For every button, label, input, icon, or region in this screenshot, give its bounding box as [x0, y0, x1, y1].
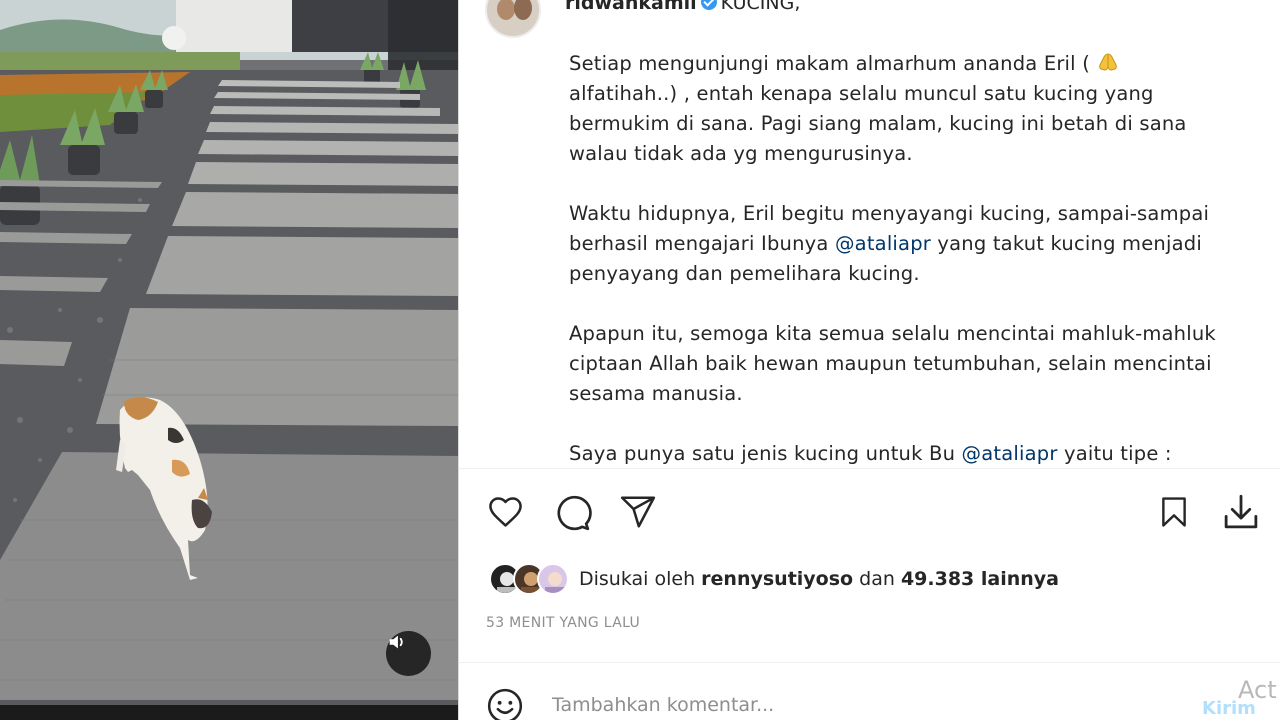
- share-icon[interactable]: [618, 493, 658, 531]
- likes-connector: dan: [859, 568, 895, 590]
- post-comment-button[interactable]: Kirim: [1202, 698, 1256, 719]
- author-username[interactable]: ridwankamil: [565, 0, 697, 14]
- verified-badge-icon: [700, 0, 717, 10]
- likes-prefix: Disukai oleh: [579, 568, 696, 590]
- praying-hands-icon: [1099, 53, 1118, 71]
- comment-divider: [459, 662, 1280, 663]
- caption-text: Apapun itu, semoga kita semua selalu men…: [569, 322, 1216, 405]
- likes-count-link[interactable]: 49.383 lainnya: [901, 568, 1059, 590]
- caption-text: yaitu tipe :: [1057, 442, 1172, 465]
- smiley-icon[interactable]: [486, 687, 524, 720]
- caption-paragraph: Waktu hidupnya, Eril begitu menyayangi k…: [569, 199, 1249, 289]
- post-video[interactable]: [0, 0, 458, 720]
- caption-text: Saya punya satu jenis kucing untuk Bu: [569, 442, 962, 465]
- mention-link[interactable]: @ataliapr: [962, 442, 1058, 465]
- post-timestamp[interactable]: 53 MENIT YANG LALU: [486, 615, 640, 631]
- caption-paragraph: Saya punya satu jenis kucing untuk Bu @a…: [569, 439, 1249, 468]
- speaker-icon: [389, 635, 403, 649]
- caption-paragraph: Apapun itu, semoga kita semua selalu men…: [569, 319, 1249, 409]
- post-caption: Setiap mengunjungi makam almarhum ananda…: [569, 49, 1249, 468]
- likes-text: Disukai oleh rennysutiyoso dan 49.383 la…: [579, 568, 1059, 590]
- liker-username-link[interactable]: rennysutiyoso: [701, 568, 853, 590]
- caption-title: KUCING,: [720, 0, 801, 14]
- comment-input[interactable]: Tambahkan komentar...: [552, 694, 774, 716]
- download-icon[interactable]: [1220, 491, 1262, 533]
- caption-text: alfatihah..) , entah kenapa selalu muncu…: [569, 82, 1187, 165]
- mute-button[interactable]: [386, 631, 431, 676]
- caption-text: Setiap mengunjungi makam almarhum ananda…: [569, 52, 1090, 75]
- video-frame-illustration: [0, 0, 458, 720]
- caption-paragraph: Setiap mengunjungi makam almarhum ananda…: [569, 49, 1249, 169]
- bookmark-icon[interactable]: [1157, 493, 1191, 531]
- caption-divider: [459, 468, 1280, 469]
- comment-icon[interactable]: [552, 493, 592, 533]
- author-avatar[interactable]: [485, 0, 541, 38]
- post-header: ridwankamil KUCING,: [565, 0, 800, 14]
- mention-link[interactable]: @ataliapr: [835, 232, 931, 255]
- liker-avatar[interactable]: [537, 563, 569, 595]
- caption-section: ridwankamil KUCING, Setiap mengunjungi ma…: [459, 0, 1280, 468]
- heart-icon[interactable]: [486, 493, 525, 531]
- likes-summary: Disukai oleh rennysutiyoso dan 49.383 la…: [489, 561, 1059, 597]
- video-bottom-bar: [0, 705, 458, 720]
